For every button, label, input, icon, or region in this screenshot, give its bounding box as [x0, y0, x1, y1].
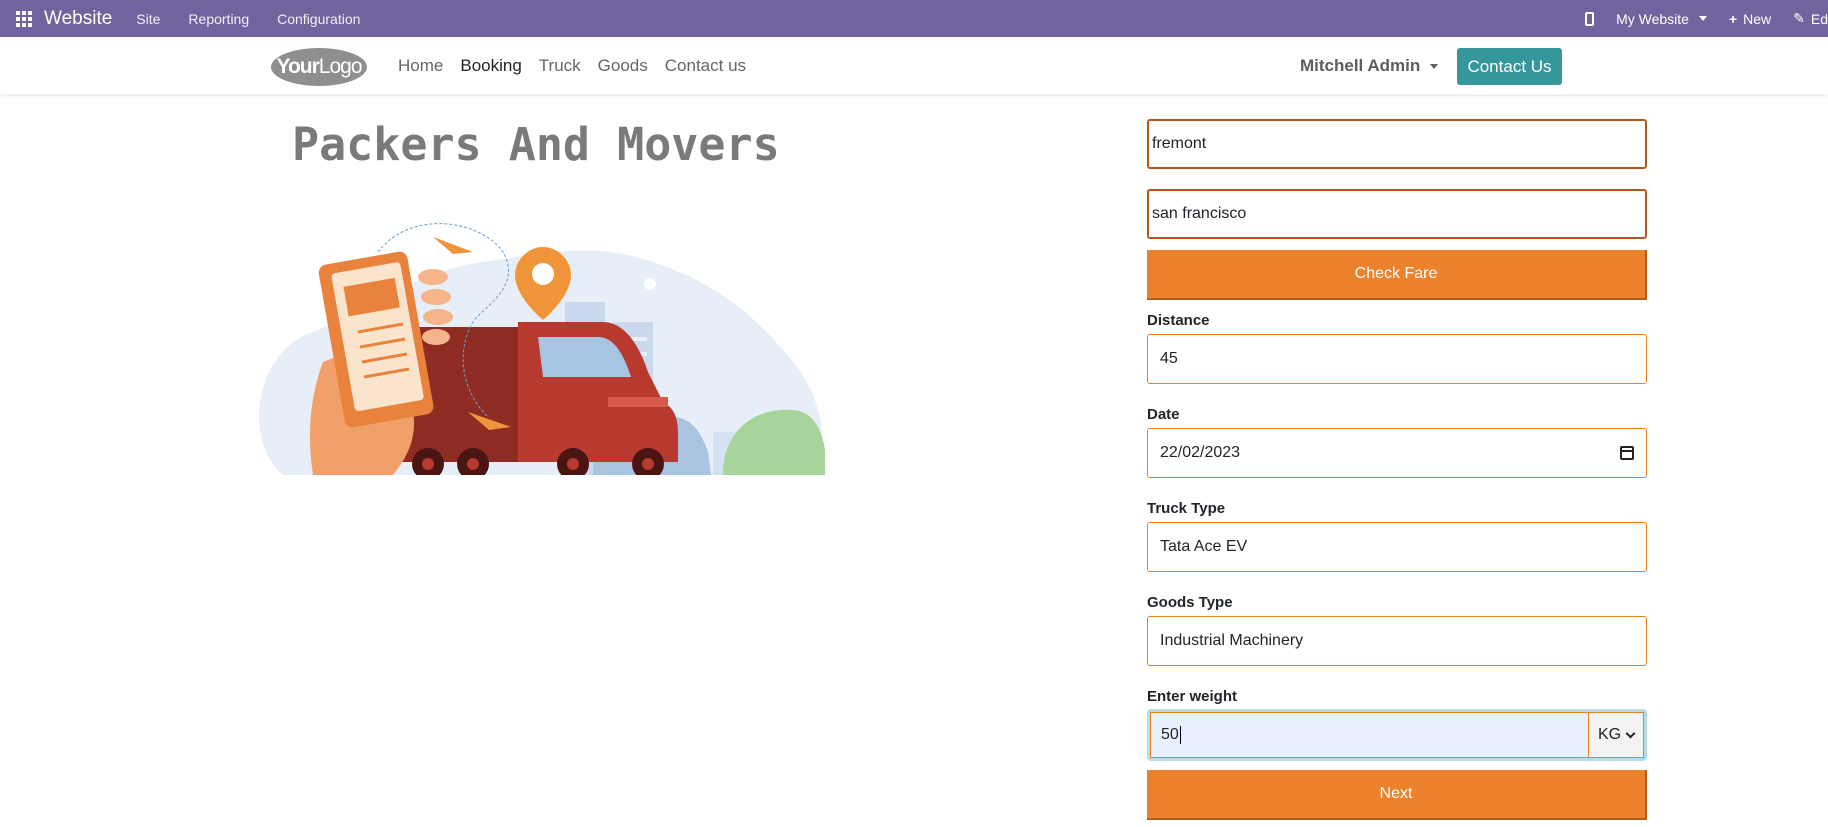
new-label: New — [1743, 10, 1772, 27]
calendar-icon[interactable] — [1620, 446, 1634, 460]
weight-label: Enter weight — [1147, 688, 1238, 705]
page-title: Packers And Movers — [292, 118, 780, 171]
my-website-label: My Website — [1616, 10, 1689, 27]
user-menu[interactable]: Mitchell Admin — [1300, 56, 1439, 76]
phone-icon — [1585, 11, 1595, 26]
to-location-input[interactable]: san francisco — [1147, 189, 1647, 239]
weight-unit-value: KG — [1597, 726, 1622, 743]
contact-us-button[interactable]: Contact Us — [1457, 48, 1562, 85]
nav-home[interactable]: Home — [398, 56, 443, 76]
nav-contact-us[interactable]: Contact us — [665, 56, 746, 76]
nav-truck[interactable]: Truck — [539, 56, 581, 76]
date-input[interactable]: 22/02/2023 — [1147, 428, 1647, 478]
pencil-icon: ✎ — [1793, 10, 1805, 26]
website-navbar: Your Logo Home Booking Truck Goods Contac… — [0, 37, 1828, 94]
date-label: Date — [1147, 406, 1180, 423]
chevron-down-icon — [1625, 728, 1636, 738]
nav-goods[interactable]: Goods — [598, 56, 648, 76]
moving-truck-illustration — [259, 223, 825, 475]
nav-booking[interactable]: Booking — [460, 56, 521, 76]
goods-type-input[interactable]: Industrial Machinery — [1147, 616, 1647, 666]
user-name: Mitchell Admin — [1300, 56, 1421, 75]
weight-input[interactable]: 50 — [1150, 712, 1588, 758]
my-website-dropdown[interactable]: My Website — [1616, 11, 1707, 27]
weight-group: 50 KG — [1147, 709, 1647, 761]
menu-reporting[interactable]: Reporting — [188, 11, 249, 27]
mobile-preview-button[interactable] — [1585, 11, 1595, 26]
site-logo[interactable]: Your Logo — [271, 48, 367, 86]
weight-unit-select[interactable]: KG — [1588, 712, 1644, 758]
caret-down-icon — [1698, 16, 1707, 21]
admin-bar: Website Site Reporting Configuration My … — [0, 0, 1828, 37]
weight-value: 50 — [1161, 726, 1179, 743]
new-button[interactable]: + New — [1729, 11, 1771, 27]
logo-text-light: Logo — [318, 55, 363, 78]
caret-down-icon — [1430, 63, 1439, 69]
from-location-input[interactable]: fremont — [1147, 119, 1647, 169]
edit-button[interactable]: ✎ Ed — [1793, 10, 1828, 27]
date-value: 22/02/2023 — [1160, 444, 1241, 461]
app-brand[interactable]: Website — [44, 8, 112, 30]
plus-icon: + — [1728, 10, 1738, 27]
check-fare-button[interactable]: Check Fare — [1147, 250, 1647, 300]
apps-grid-icon[interactable] — [16, 10, 32, 27]
edit-label: Ed — [1810, 10, 1828, 27]
menu-site[interactable]: Site — [136, 11, 160, 27]
truck-type-label: Truck Type — [1147, 500, 1226, 517]
goods-type-label: Goods Type — [1147, 594, 1233, 611]
distance-label: Distance — [1147, 312, 1210, 329]
logo-text-bold: Your — [276, 55, 320, 78]
truck-type-input[interactable]: Tata Ace EV — [1147, 522, 1647, 572]
distance-input[interactable]: 45 — [1147, 334, 1647, 384]
menu-configuration[interactable]: Configuration — [277, 11, 360, 27]
next-button[interactable]: Next — [1147, 770, 1647, 820]
